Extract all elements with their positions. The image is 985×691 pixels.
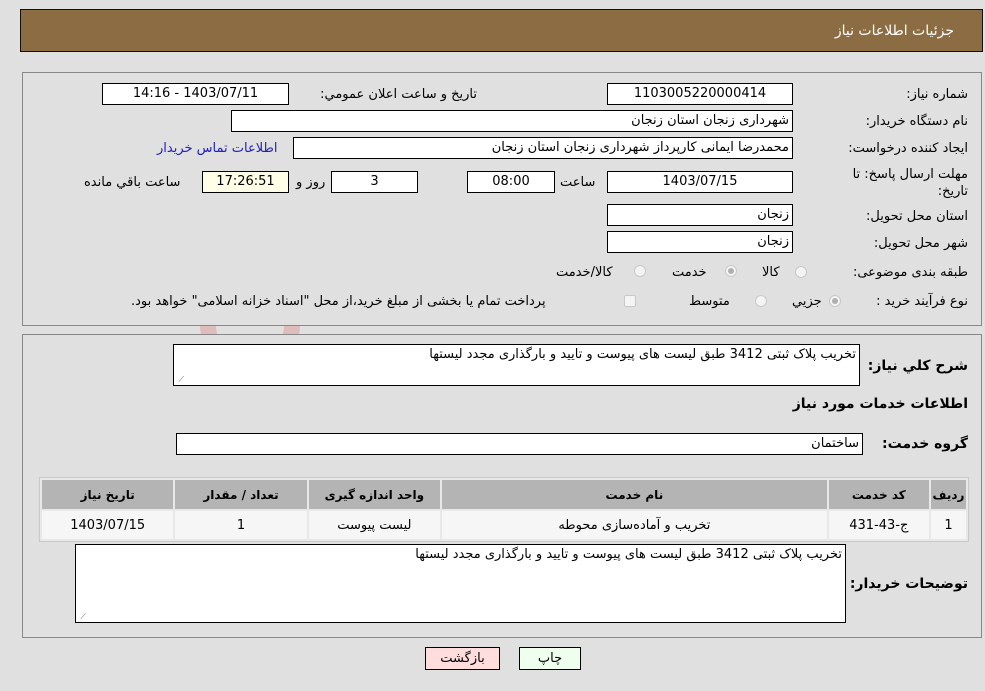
cell-row-number: 1	[930, 511, 966, 539]
purchase-type-radio-minor[interactable]	[829, 295, 841, 307]
purchase-type-option-minor: جزيي	[792, 294, 822, 309]
deadline-time-label: ساعت	[560, 175, 596, 190]
remaining-time-label: ساعت باقي مانده	[84, 175, 181, 190]
announce-datetime-field[interactable]: 1403/07/11 - 14:16	[102, 83, 289, 105]
col-row-number: رديف	[930, 480, 966, 509]
category-label: طبقه بندی موضوعی:	[852, 265, 968, 280]
col-service-name: نام خدمت	[442, 480, 827, 509]
delivery-province-field[interactable]: زنجان	[607, 204, 793, 226]
buyer-notes-text: تخریب پلاک ثبتی 3412 طبق لیست های پیوست …	[415, 547, 842, 562]
buyer-notes-textarea[interactable]: تخریب پلاک ثبتی 3412 طبق لیست های پیوست …	[75, 544, 846, 623]
treasury-note: پرداخت تمام یا بخشی از مبلغ خرید،از محل …	[131, 294, 546, 309]
print-button[interactable]: چاپ	[519, 647, 581, 670]
category-radio-service[interactable]	[725, 265, 737, 277]
remaining-time-field: 17:26:51	[202, 171, 289, 193]
general-desc-textarea[interactable]: تخریب پلاک ثبتی 3412 طبق لیست های پیوست …	[173, 344, 860, 386]
services-table-header: رديف کد خدمت نام خدمت واحد اندازه گيری ت…	[42, 480, 966, 509]
general-desc-label: شرح کلي نیاز:	[867, 358, 968, 374]
buyer-org-field[interactable]: شهرداری زنجان استان زنجان	[231, 110, 793, 132]
col-unit: واحد اندازه گيری	[308, 480, 441, 509]
category-option-goods: کالا	[762, 265, 780, 280]
remaining-days-field[interactable]: 3	[331, 171, 418, 193]
buyer-notes-label: توضيحات خريدار:	[849, 576, 968, 592]
service-group-label: گروه خدمت:	[882, 436, 968, 452]
back-button[interactable]: بازگشت	[425, 647, 500, 670]
page-header: جزئیات اطلاعات نیاز	[20, 9, 983, 52]
creator-label: ايجاد کننده درخواست:	[848, 141, 968, 156]
services-table: رديف کد خدمت نام خدمت واحد اندازه گيری ت…	[39, 477, 969, 542]
need-number-field[interactable]: 1103005220000414	[607, 83, 793, 105]
buyer-contact-link[interactable]: اطلاعات تماس خريدار	[157, 141, 277, 156]
col-need-date: تاريخ نياز	[42, 480, 174, 509]
cell-quantity: 1	[175, 511, 307, 539]
deadline-date-field[interactable]: 1403/07/15	[607, 171, 793, 193]
announce-datetime-label: تاريخ و ساعت اعلان عمومي:	[320, 87, 477, 102]
delivery-city-label: شهر محل تحویل:	[873, 236, 968, 251]
service-group-field[interactable]: ساختمان	[176, 433, 863, 455]
col-quantity: تعداد / مقدار	[175, 480, 307, 509]
category-radio-goods-service[interactable]	[634, 265, 646, 277]
buyer-org-label: نام دستگاه خريدار:	[865, 114, 968, 129]
cell-unit: لیست پیوست	[308, 511, 441, 539]
delivery-city-field[interactable]: زنجان	[607, 231, 793, 253]
purchase-type-option-medium: متوسط	[689, 294, 730, 309]
deadline-label: مهلت ارسال پاسخ: تا تاريخ:	[852, 167, 968, 199]
category-radio-goods[interactable]	[795, 266, 807, 278]
cell-service-name: تخریب و آماده‌سازی محوطه	[442, 511, 827, 539]
treasury-checkbox[interactable]	[624, 295, 636, 307]
category-option-service: خدمت	[672, 265, 707, 280]
creator-field[interactable]: محمدرضا ایمانی کارپرداز شهرداری زنجان اس…	[293, 137, 793, 159]
days-label: روز و	[296, 175, 326, 190]
page-title: جزئیات اطلاعات نیاز	[834, 23, 954, 39]
general-desc-text: تخریب پلاک ثبتی 3412 طبق لیست های پیوست …	[429, 347, 856, 362]
need-number-label: شماره نیاز:	[906, 87, 968, 102]
resize-grip-icon[interactable]: ⟋	[78, 613, 86, 621]
delivery-province-label: استان محل تحویل:	[866, 209, 968, 224]
col-service-code: کد خدمت	[828, 480, 929, 509]
services-heading: اطلاعات خدمات مورد نیاز	[792, 396, 968, 412]
purchase-type-label: نوع فرآیند خرید :	[876, 294, 968, 309]
table-row: 1 ج-43-431 تخریب و آماده‌سازی محوطه لیست…	[42, 511, 966, 539]
cell-service-code: ج-43-431	[828, 511, 929, 539]
cell-need-date: 1403/07/15	[42, 511, 174, 539]
category-option-goods-service: کالا/خدمت	[556, 265, 613, 280]
deadline-time-field[interactable]: 08:00	[467, 171, 555, 193]
purchase-type-radio-medium[interactable]	[755, 295, 767, 307]
resize-grip-icon[interactable]: ⟋	[176, 376, 184, 384]
